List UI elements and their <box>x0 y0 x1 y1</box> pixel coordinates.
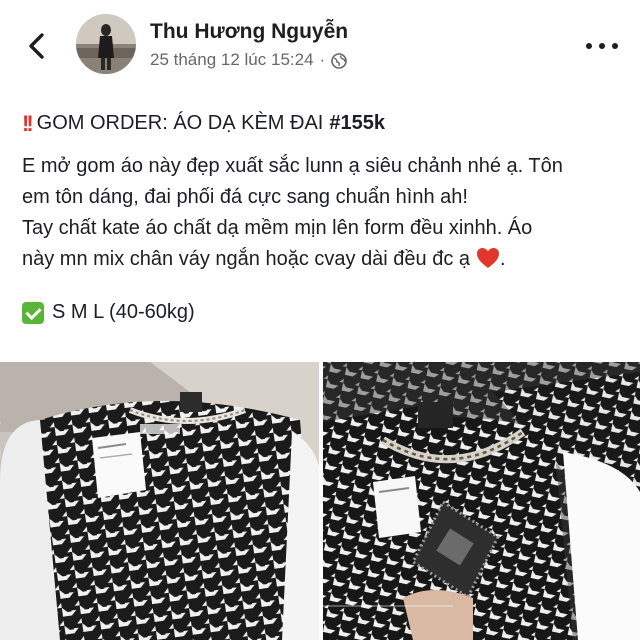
dot-icon <box>599 43 605 49</box>
body-line-text: này mn mix chân váy ngắn hoặc cvay dài đ… <box>22 248 471 270</box>
heart-icon <box>477 248 500 268</box>
meta-separator: · <box>319 50 326 69</box>
post-headline: !! GOM ORDER: ÁO DẠ KÈM ĐAI #155k <box>22 108 622 139</box>
headline-price-hashtag[interactable]: #155k <box>329 108 385 139</box>
post-header: Thu Hương Nguyễn 25 tháng 12 lúc 15:24 · <box>0 0 640 92</box>
more-options-button[interactable] <box>586 36 618 56</box>
body-line: Tay chất kate áo chất dạ mềm mịn lên for… <box>22 217 533 239</box>
dot-icon <box>612 43 618 49</box>
author-name[interactable]: Thu Hương Nguyễn <box>150 20 348 44</box>
back-button[interactable] <box>22 30 52 62</box>
globe-icon <box>331 52 348 69</box>
post-meta: 25 tháng 12 lúc 15:24 · <box>150 50 348 70</box>
body-line-last: này mn mix chân váy ngắn hoặc cvay dài đ… <box>22 244 622 275</box>
headline-text: GOM ORDER: ÁO DẠ KÈM ĐAI <box>36 112 324 134</box>
chevron-left-icon <box>29 33 44 59</box>
double-exclamation-icon: !! <box>22 111 34 136</box>
body-line: E mở gom áo này đẹp xuất sắc lunn ạ siêu… <box>22 155 563 177</box>
size-line: S M L (40-60kg) <box>22 297 622 328</box>
post-body: E mở gom áo này đẹp xuất sắc lunn ạ siêu… <box>22 151 622 275</box>
check-mark-icon <box>22 301 44 324</box>
dot-icon <box>586 43 592 49</box>
avatar[interactable] <box>76 14 136 74</box>
body-line: em tôn dáng, đai phối đá cực sang chuẩn … <box>22 186 468 208</box>
photo-grid <box>0 362 640 640</box>
sizes-text: S M L (40-60kg) <box>52 301 195 323</box>
period-text: . <box>500 248 506 270</box>
post-photo-2[interactable] <box>323 362 640 640</box>
post-timestamp[interactable]: 25 tháng 12 lúc 15:24 <box>150 50 314 70</box>
post-photo-1[interactable] <box>0 362 319 640</box>
post-text: !! GOM ORDER: ÁO DẠ KÈM ĐAI #155k E mở g… <box>22 108 622 328</box>
